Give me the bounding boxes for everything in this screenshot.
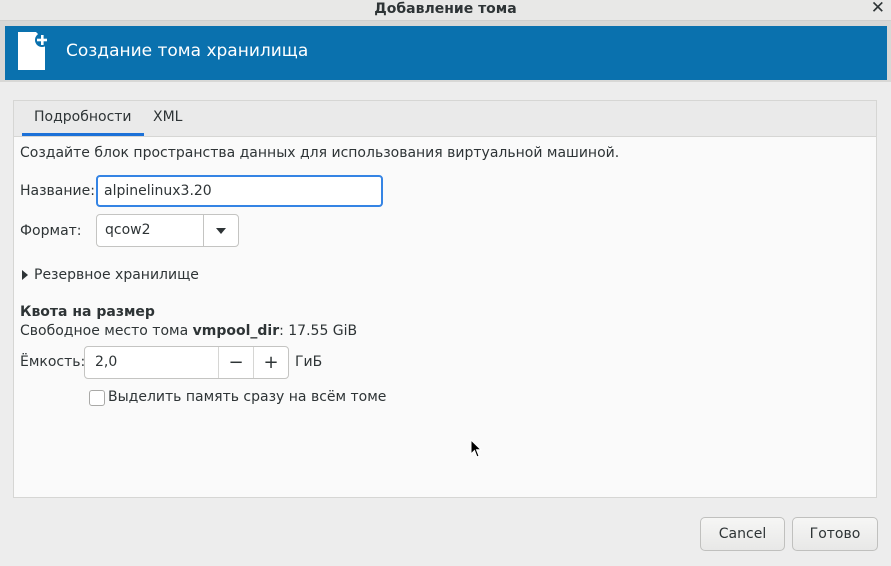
capacity-value[interactable]: 2,0 xyxy=(95,354,117,370)
window-title: Добавление тома xyxy=(374,1,517,17)
tab-xml[interactable]: XML xyxy=(141,101,194,136)
increment-button[interactable]: + xyxy=(254,347,288,378)
new-document-icon xyxy=(18,32,49,70)
quota-title: Квота на размер xyxy=(20,304,155,320)
name-input[interactable] xyxy=(96,175,383,207)
format-value: qcow2 xyxy=(105,222,151,238)
backing-store-expander[interactable]: Резервное хранилище xyxy=(22,267,199,283)
close-icon[interactable]: ✕ xyxy=(871,0,885,17)
pool-name: vmpool_dir xyxy=(192,323,280,339)
free-space-prefix: Свободное место тома xyxy=(20,323,193,339)
header-banner-inner: Создание тома хранилища xyxy=(5,26,887,80)
backing-store-label[interactable]: Резервное хранилище xyxy=(34,267,199,283)
cancel-button[interactable]: Cancel xyxy=(700,517,785,551)
allocate-label[interactable]: Выделить память сразу на всём томе xyxy=(108,389,386,405)
description-text: Создайте блок пространства данных для ис… xyxy=(20,145,620,161)
free-space-value: : 17.55 GiB xyxy=(279,323,358,339)
free-space-text: Свободное место тома vmpool_dir: 17.55 G… xyxy=(20,323,357,339)
header-banner: Создание тома хранилища xyxy=(0,21,891,82)
decrement-button[interactable]: − xyxy=(219,347,253,378)
chevron-down-icon[interactable] xyxy=(216,228,226,234)
expander-arrow-icon[interactable] xyxy=(22,270,28,280)
capacity-unit: ГиБ xyxy=(295,354,323,370)
details-panel: Подробности XML Создайте блок пространст… xyxy=(13,100,877,498)
finish-button[interactable]: Готово xyxy=(792,517,878,551)
mouse-pointer-icon xyxy=(470,439,482,458)
window-titlebar: Добавление тома ✕ xyxy=(0,0,891,21)
tab-details[interactable]: Подробности xyxy=(22,101,144,136)
allocate-checkbox[interactable] xyxy=(89,390,105,406)
name-label: Название: xyxy=(20,183,95,199)
capacity-spinbutton[interactable]: 2,0 − + xyxy=(84,346,289,379)
format-combobox[interactable]: qcow2 xyxy=(96,214,239,247)
format-label: Формат: xyxy=(20,223,82,239)
tab-bar: Подробности XML xyxy=(14,101,876,137)
combo-separator xyxy=(203,215,204,246)
capacity-label: Ёмкость: xyxy=(20,354,86,370)
header-title: Создание тома хранилища xyxy=(66,41,309,61)
